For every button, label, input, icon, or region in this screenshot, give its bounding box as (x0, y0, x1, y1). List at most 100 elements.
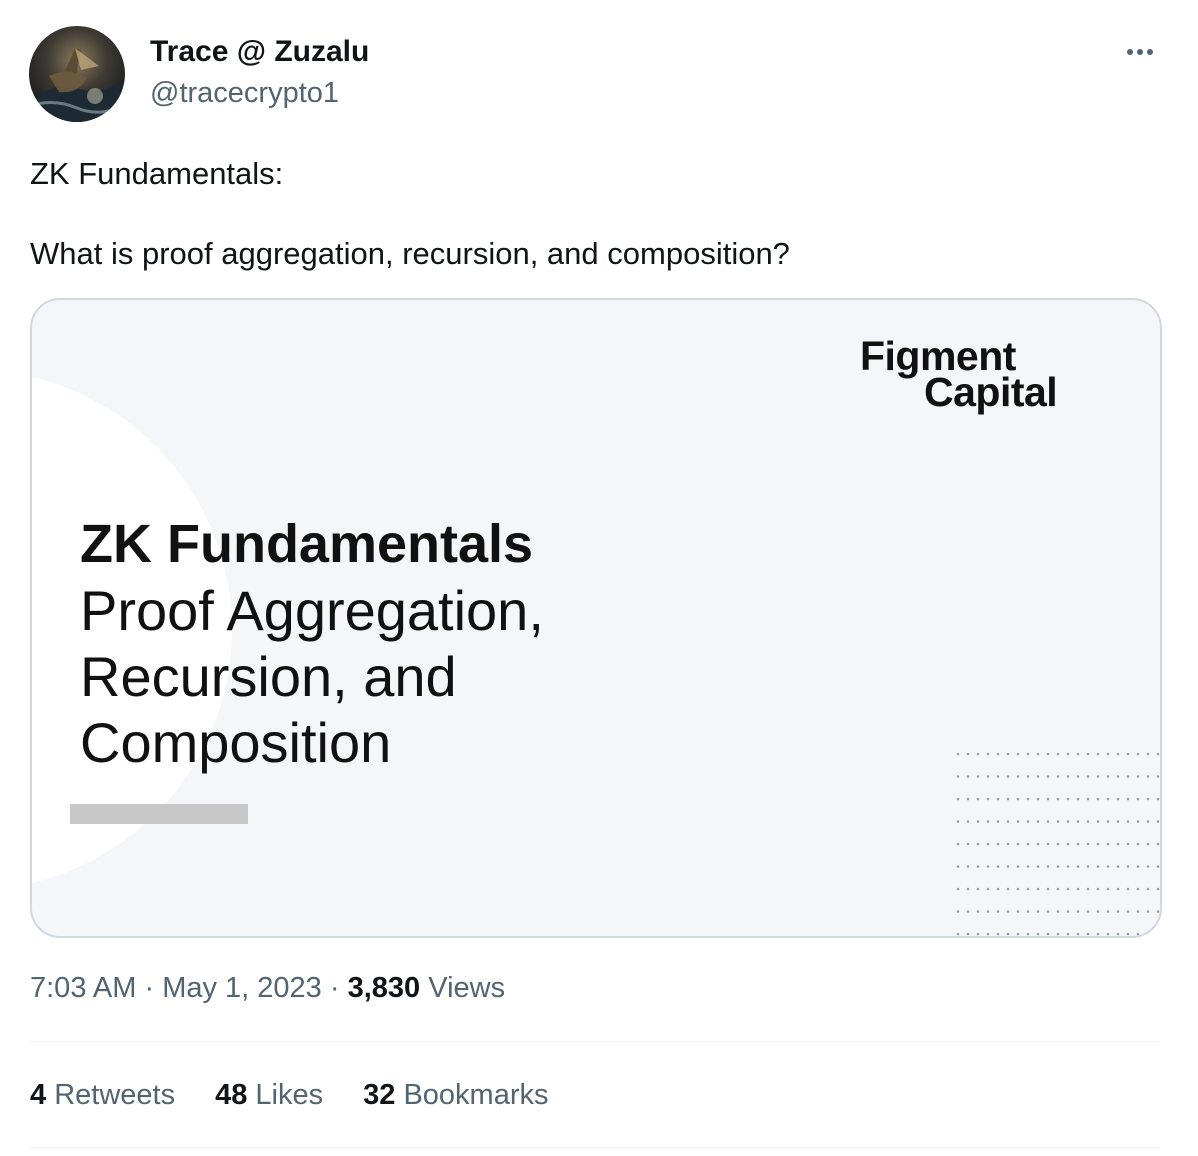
decorative-dot (1066, 842, 1070, 846)
decorative-dot (1146, 865, 1150, 868)
decorative-dot (1016, 887, 1020, 891)
decorative-dot (1096, 820, 1100, 823)
decorative-dot (1006, 752, 1010, 756)
decorative-dot (976, 865, 980, 868)
decorative-dot (956, 752, 960, 756)
decorative-dot (1106, 932, 1110, 936)
decorative-dot (1136, 865, 1140, 868)
retweets-stat[interactable]: 4 Retweets (30, 1077, 175, 1113)
decorative-dot (976, 775, 980, 778)
decorative-dot (1126, 842, 1130, 846)
username-handle[interactable]: @tracecrypto1 (150, 75, 339, 111)
decorative-dot (1156, 910, 1160, 913)
slide-subtitle-line: Composition (80, 711, 392, 774)
likes-stat[interactable]: 48 Likes (215, 1077, 323, 1113)
more-button[interactable] (1118, 36, 1162, 68)
decorative-dot (1046, 887, 1050, 891)
decorative-dot (1156, 842, 1160, 846)
decorative-dot (1106, 797, 1110, 801)
decorative-dot (1146, 820, 1150, 823)
decorative-dot (1156, 752, 1160, 756)
decorative-dot (996, 797, 1000, 801)
decorative-dot (956, 887, 960, 891)
decorative-dot (1096, 842, 1100, 846)
decorative-dot (1056, 910, 1060, 913)
decorative-dot (996, 752, 1000, 756)
decorative-dot (1046, 820, 1050, 823)
decorative-dot (1106, 842, 1110, 846)
decorative-dot (1096, 775, 1100, 778)
decorative-dot (966, 865, 970, 868)
decorative-dot (1086, 775, 1090, 778)
decorative-dot (1016, 865, 1020, 868)
decorative-dot (1036, 842, 1040, 846)
engagement-stats: 4 Retweets 48 Likes 32 Bookmarks (30, 1077, 549, 1113)
decorative-dot (1136, 842, 1140, 846)
decorative-dot (966, 752, 970, 756)
decorative-dot (1036, 797, 1040, 801)
decorative-dot (1146, 887, 1150, 891)
decorative-dot (1086, 820, 1090, 823)
decorative-dot (1096, 865, 1100, 868)
bookmarks-count: 32 (363, 1079, 396, 1111)
tweet-date[interactable]: May 1, 2023 (162, 972, 322, 1004)
decorative-dot (1016, 820, 1020, 823)
decorative-dot (1106, 752, 1110, 756)
decorative-dot (1146, 842, 1150, 846)
decorative-dot (1126, 865, 1130, 868)
decorative-dot (1026, 752, 1030, 756)
decorative-dot (1026, 932, 1030, 936)
decorative-dot (1116, 865, 1120, 868)
decorative-dot (1156, 820, 1160, 823)
decorative-dot (1056, 752, 1060, 756)
decorative-dot (1046, 865, 1050, 868)
slide-subtitle-line: Proof Aggregation, (80, 579, 544, 642)
decorative-dot (996, 775, 1000, 778)
decorative-dot (1026, 910, 1030, 913)
decorative-dot (1006, 887, 1010, 891)
decorative-dot (1006, 820, 1010, 823)
decorative-dot (1106, 775, 1110, 778)
decorative-dot (976, 910, 980, 913)
decorative-dot (1066, 910, 1070, 913)
decorative-dot (996, 820, 1000, 823)
decorative-dot (1086, 797, 1090, 801)
decorative-dot (1136, 775, 1140, 778)
decorative-dot (1096, 752, 1100, 756)
bookmarks-stat[interactable]: 32 Bookmarks (363, 1077, 548, 1113)
decorative-dot (1116, 775, 1120, 778)
decorative-dot (1116, 752, 1120, 756)
decorative-dot (1156, 797, 1160, 801)
tweet-time[interactable]: 7:03 AM (30, 972, 136, 1004)
decorative-dot (976, 752, 980, 756)
logo-line-2: Capital (924, 369, 1058, 415)
decorative-dot (1086, 932, 1090, 936)
decorative-dot (976, 932, 980, 936)
media-card[interactable]: Figment Capital ZK Fundamentals Proof Ag… (30, 298, 1162, 938)
decorative-dot (1156, 775, 1160, 778)
tweet-meta: 7:03 AM · May 1, 2023 · 3,830 Views (30, 970, 505, 1006)
decorative-dot (1076, 842, 1080, 846)
decorative-dot (1026, 842, 1030, 846)
decorative-dot (956, 797, 960, 801)
decorative-dot (1146, 910, 1150, 913)
decorative-dot (1066, 797, 1070, 801)
decorative-dot (1006, 797, 1010, 801)
decorative-dot (966, 797, 970, 801)
decorative-dot (1126, 797, 1130, 801)
decorative-dot (1056, 865, 1060, 868)
decorative-dot (986, 775, 990, 778)
avatar[interactable] (29, 26, 125, 122)
decorative-dot (1056, 842, 1060, 846)
display-name[interactable]: Trace @ Zuzalu (150, 34, 369, 70)
divider (30, 1147, 1160, 1148)
decorative-dot (1086, 865, 1090, 868)
decorative-dot (1046, 932, 1050, 936)
decorative-dot (1036, 887, 1040, 891)
decorative-dot (1096, 887, 1100, 891)
decorative-dot (1076, 820, 1080, 823)
decorative-dot (1116, 820, 1120, 823)
tweet-text-line: ZK Fundamentals: (30, 156, 284, 191)
decorative-dot (1056, 887, 1060, 891)
retweets-count: 4 (30, 1079, 47, 1111)
